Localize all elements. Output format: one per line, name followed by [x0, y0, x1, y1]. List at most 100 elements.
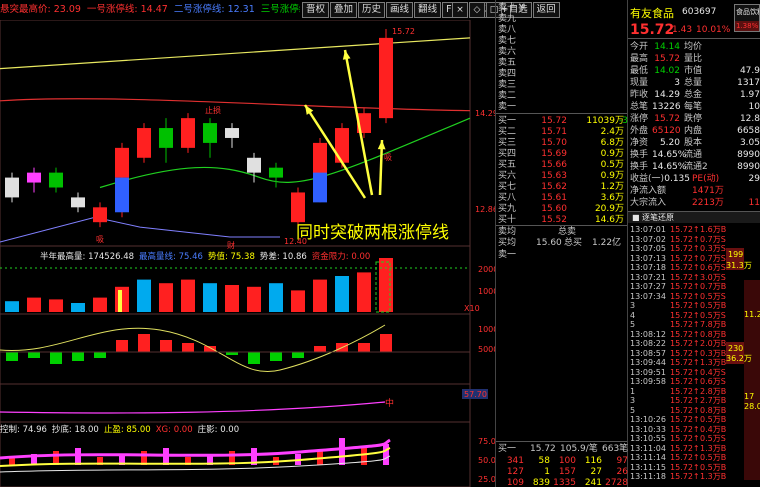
- bottom-magenta-line: [0, 438, 391, 460]
- quote-row: 外盘 65120 内盘 6658: [630, 126, 760, 136]
- sell-row: 卖七: [498, 36, 517, 46]
- candle-body: [379, 37, 393, 119]
- volume-bar: [71, 303, 85, 312]
- candle-body: [93, 207, 107, 223]
- volume-bar: [203, 283, 217, 312]
- volume-bar: [357, 272, 371, 312]
- bottom-axis-label: 50.00: [478, 456, 495, 465]
- buy-row: 买六 15.63 0.9万: [498, 171, 624, 181]
- candle-body: [225, 128, 239, 138]
- bottom-legend-item: 抄底: 18.00: [51, 425, 99, 435]
- diamond-icon[interactable]: ◇: [469, 2, 485, 18]
- sell-row: 卖四: [498, 69, 517, 79]
- bottom-grid-cell: 26: [616, 467, 628, 477]
- support-line: [0, 216, 280, 243]
- quote-row: 最低 14.02 市值 47.9: [630, 66, 760, 76]
- tick-row: 13:10:55 15.72↑ 0.5万S: [630, 434, 726, 443]
- macd-bar: [72, 352, 84, 361]
- volume-axis-label: 10000: [478, 287, 495, 296]
- volume-legend-item: 最高量线: 75.46: [139, 252, 203, 262]
- bottom-bar: [53, 451, 59, 465]
- tick-row: 3 15.72↑ 2.7万B: [630, 396, 727, 405]
- buy-row: 买四 15.69 0.9万: [498, 149, 624, 159]
- macd-bar: [94, 352, 106, 358]
- stock-code: 603697: [682, 7, 717, 17]
- sell-row: 卖二: [498, 91, 517, 101]
- candle-body: [5, 177, 19, 198]
- sell-row: 卖一: [498, 102, 517, 112]
- price-change-pct: 10.01%: [696, 25, 731, 35]
- bottom-legend-item: 庄影: 0.00: [197, 425, 240, 435]
- macd-bar: [314, 346, 326, 352]
- buy-one-summary: 买一 15.72 105.9/笔 663笔: [498, 444, 629, 454]
- buy-change: -3: [619, 116, 628, 126]
- tick-row: 13:11:14 15.72↑ 0.5万B: [630, 453, 727, 462]
- quote-row: 换手 14.65% 流通2 8990: [630, 162, 760, 172]
- buy-row: 买八 15.61 3.6万: [498, 193, 624, 203]
- toolbar-button[interactable]: 晋权: [302, 2, 330, 18]
- bottom-grid-cell: 27: [590, 467, 602, 477]
- tick-row: 13:11:15 15.72↑ 0.5万B: [630, 462, 727, 472]
- quote-row: 最高 15.72 量比: [630, 54, 703, 64]
- tick-row: 13:10:26 15.72↑ 0.5万B: [630, 415, 727, 424]
- tick-side-value: 36.2万: [726, 354, 752, 363]
- candle-body: [181, 118, 195, 148]
- tick-side-value: 230: [728, 344, 744, 353]
- sell-one-row: 卖一: [498, 250, 517, 260]
- macd-bar: [270, 352, 282, 361]
- sector-button[interactable]: 食品饮料 1.38%: [734, 4, 760, 32]
- volume-axis-label: 20000: [478, 265, 495, 274]
- tick-side-value: 31.3万: [726, 261, 752, 270]
- volume-bar: [291, 290, 305, 312]
- toolbar-button[interactable]: 翻线: [414, 2, 442, 18]
- arrow-right-head: [377, 140, 386, 150]
- bottom-legend-item: 控制: 74.96: [0, 425, 47, 435]
- tick-row: 13:07:34 15.72↑ 0.5万S: [630, 291, 726, 301]
- last-price: 15.72: [630, 22, 675, 38]
- volume-highlight: [118, 290, 122, 312]
- stop-loss-marker: 止损: [205, 105, 221, 115]
- candle-body: [247, 157, 261, 173]
- macd-bar: [292, 352, 304, 358]
- bottom-grid-cell: 127: [506, 467, 524, 477]
- macd-bar: [160, 340, 172, 352]
- volume-legend-item: 半年最高量: 174526.48: [40, 252, 135, 262]
- order-book: 卖十 ¥ 卖九 卖八 卖七 卖六 卖五 卖四 卖三 卖二 卖一 买一 15.72 11039万 买二 1…: [495, 0, 628, 487]
- absorb-marker: 吸: [384, 153, 392, 162]
- toolbar-button[interactable]: 画线: [386, 2, 414, 18]
- chart-area[interactable]: 15.7214.2912.8612.40止损吸财吸2000010000X1010…: [0, 20, 495, 487]
- bottom-bar: [75, 448, 81, 465]
- price-label: 12.86: [475, 205, 495, 214]
- legend-item: 二号涨停线: 12.31: [173, 4, 255, 15]
- buy-row: 买五 15.66 0.5万: [498, 160, 624, 170]
- tick-row: 13:07:01 15.72↑ 1.6万B: [630, 225, 727, 234]
- macd-bar: [6, 352, 18, 361]
- buy-row: 买二 15.71 2.4万: [498, 127, 624, 137]
- volume-legend-item: 势差: 10.86: [259, 252, 307, 262]
- bottom-grid-cell: 241: [584, 478, 602, 487]
- candle-body-blue: [313, 172, 327, 203]
- candle-body: [203, 123, 217, 143]
- candle-body: [137, 128, 151, 158]
- close-icon[interactable]: ×: [452, 2, 468, 18]
- toolbar-button[interactable]: 叠加: [330, 2, 358, 18]
- tick-row: 1 15.72↑ 2.8万B: [630, 386, 727, 396]
- macd-axis-label: 10000: [478, 325, 495, 334]
- bottom-grid-cell: 839: [532, 478, 550, 487]
- quote-row: 总笔 13226 每笔 10: [630, 102, 760, 112]
- stock-name: 有友食品: [630, 7, 674, 20]
- tick-row: 13:07:21 15.72↑ 3.0万S: [630, 272, 726, 282]
- price-label: 15.72: [392, 27, 415, 36]
- quote-row: 涨停 15.72 跌停 12.8: [630, 114, 760, 124]
- candle-body: [27, 172, 41, 183]
- price-change: 1.43: [672, 25, 693, 35]
- volume-bar: [335, 276, 349, 312]
- volume-bar: [159, 283, 173, 312]
- volume-axis-label: X10: [464, 304, 480, 313]
- sell-summary: 卖均 总卖: [498, 227, 577, 237]
- tick-row: 13:09:58 15.72↑ 0.6万S: [630, 377, 726, 386]
- tick-header-icon: ■: [632, 213, 640, 222]
- tick-side-value: 28.0: [744, 402, 760, 411]
- tick-row: 13:07:02 15.72↑ 0.7万S: [630, 234, 726, 244]
- toolbar-button[interactable]: 历史: [358, 2, 386, 18]
